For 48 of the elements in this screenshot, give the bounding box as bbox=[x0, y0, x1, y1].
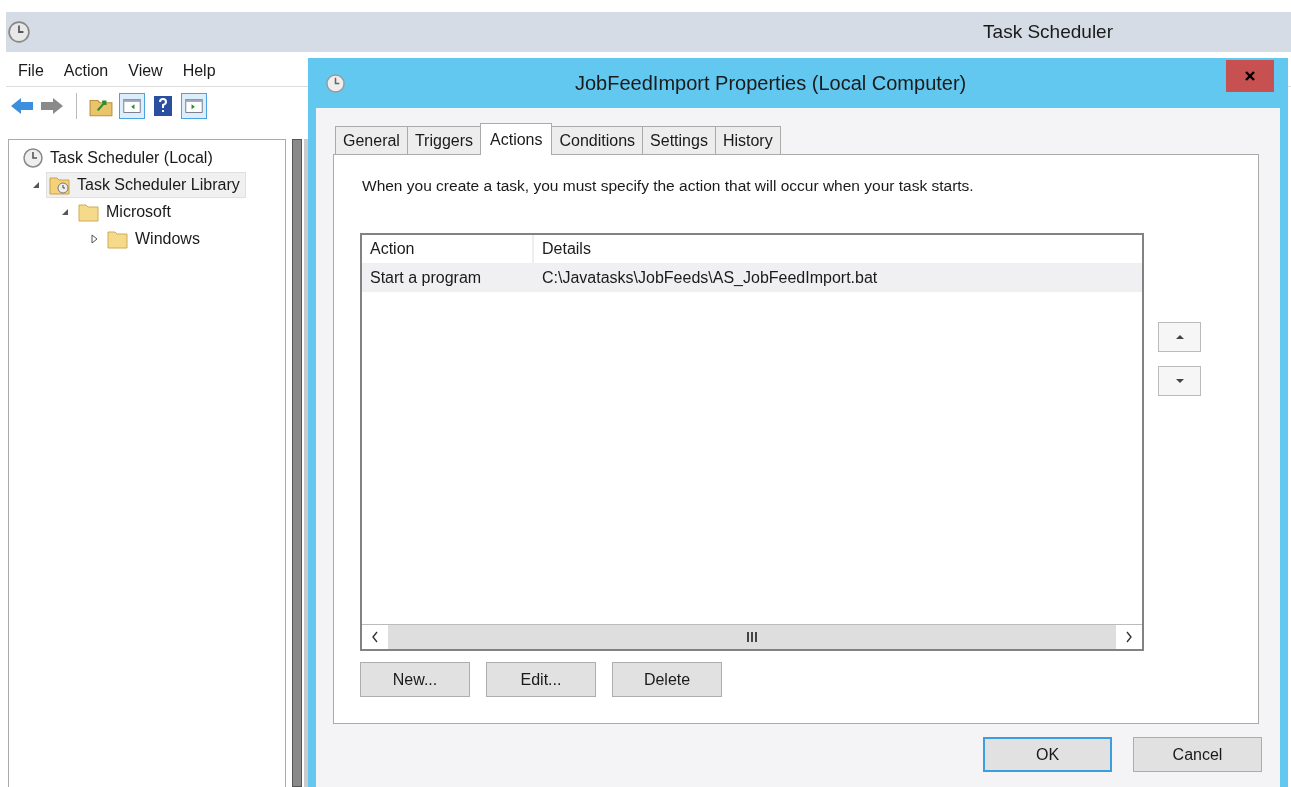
forward-arrow-icon[interactable] bbox=[40, 95, 64, 117]
tab[interactable]: Conditions bbox=[551, 126, 644, 154]
window-title: Task Scheduler bbox=[983, 21, 1113, 43]
list-row[interactable]: Start a program C:\Javatasks\JobFeeds\AS_JobFeedImport.bat bbox=[362, 264, 1142, 292]
tree-item[interactable]: Windows bbox=[104, 225, 206, 252]
new-button[interactable]: New... bbox=[360, 662, 470, 697]
cancel-button[interactable]: Cancel bbox=[1133, 737, 1262, 772]
tab[interactable]: Settings bbox=[642, 126, 716, 154]
tree-item[interactable]: Task Scheduler Library bbox=[46, 171, 246, 198]
help-icon[interactable] bbox=[151, 95, 175, 117]
menu-item[interactable]: File bbox=[10, 62, 56, 80]
folder-clock-icon bbox=[49, 174, 71, 195]
back-arrow-icon[interactable] bbox=[10, 95, 34, 117]
close-button[interactable] bbox=[1226, 60, 1274, 92]
tab[interactable]: History bbox=[714, 126, 781, 154]
folder-icon bbox=[107, 228, 129, 249]
clock-icon bbox=[326, 73, 345, 93]
expand-arrow-icon[interactable] bbox=[89, 233, 99, 244]
up-triangle-icon bbox=[1174, 334, 1185, 340]
tree-item[interactable]: Task Scheduler (Local) bbox=[19, 144, 219, 171]
scroll-left-button[interactable] bbox=[362, 625, 388, 649]
grip-icon bbox=[746, 631, 758, 643]
clock-icon bbox=[8, 21, 30, 43]
close-icon bbox=[1244, 70, 1256, 82]
description-text: When you create a task, you must specify the action that will occur when your task starts. bbox=[362, 177, 975, 195]
menu-item[interactable]: Action bbox=[55, 62, 121, 80]
delete-button[interactable]: Delete bbox=[612, 662, 722, 697]
down-triangle-icon bbox=[1174, 378, 1185, 384]
clock-icon bbox=[22, 147, 44, 168]
edit-button[interactable]: Edit... bbox=[486, 662, 596, 697]
chevron-right-icon bbox=[1125, 631, 1133, 643]
show-pane-icon[interactable] bbox=[119, 93, 145, 119]
pane-splitter[interactable] bbox=[292, 139, 302, 787]
tab[interactable]: Actions bbox=[480, 123, 553, 155]
tree-item[interactable]: Microsoft bbox=[75, 198, 177, 225]
folder-icon bbox=[78, 201, 100, 222]
dialog-title: JobFeedImport Properties (Local Computer) bbox=[575, 71, 967, 95]
ok-button[interactable]: OK bbox=[983, 737, 1112, 772]
menu-item[interactable]: Help bbox=[174, 62, 228, 80]
action-pane-icon[interactable] bbox=[181, 93, 207, 119]
column-header[interactable]: Details bbox=[534, 235, 591, 263]
tab[interactable]: General bbox=[335, 126, 408, 154]
menu-item[interactable]: View bbox=[120, 62, 175, 80]
list-cell-text: Start a program bbox=[369, 268, 483, 288]
tab[interactable]: Triggers bbox=[406, 126, 481, 154]
list-cell-text: C:\Javatasks\JobFeeds\AS_JobFeedImport.bat bbox=[541, 268, 878, 288]
chevron-left-icon bbox=[371, 631, 379, 643]
scroll-right-button[interactable] bbox=[1116, 625, 1142, 649]
